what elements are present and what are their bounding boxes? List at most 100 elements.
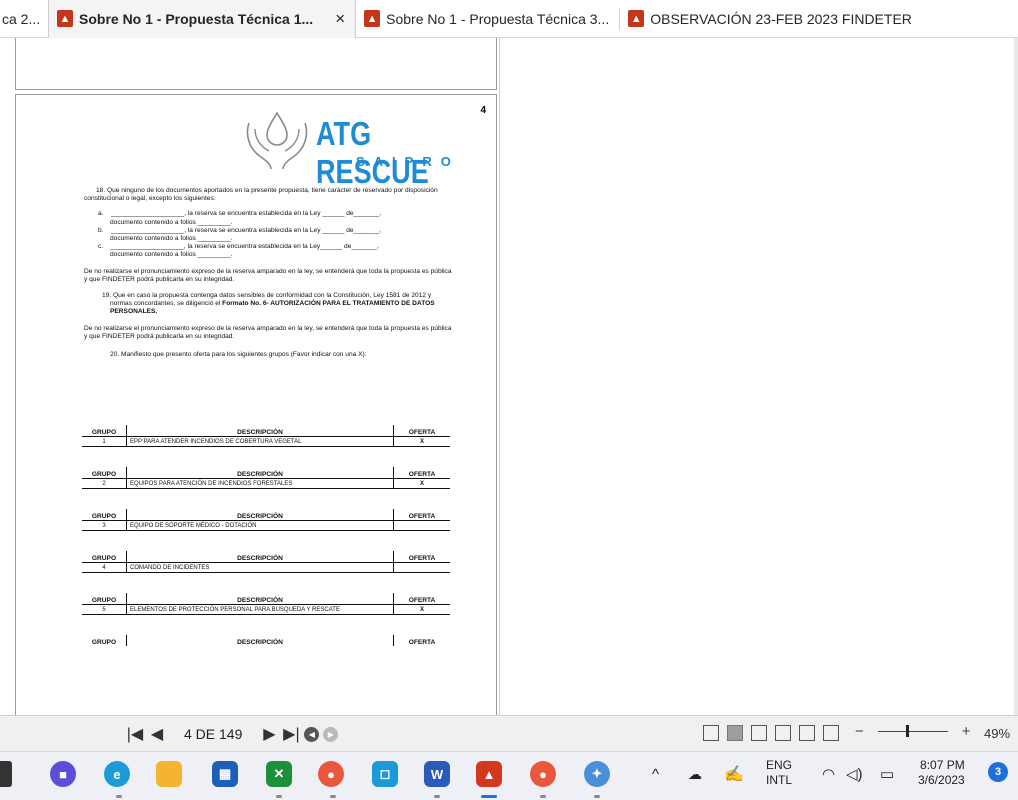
language-indicator[interactable]: ENG INTL bbox=[766, 758, 792, 788]
keyboard-layout: INTL bbox=[766, 773, 793, 787]
taskbar-running-indicator bbox=[116, 795, 122, 798]
tab[interactable]: ▲ OBSERVACIÓN 23-FEB 2023 FINDETER bbox=[620, 0, 922, 38]
header-descripcion: DESCRIPCIÓN bbox=[126, 467, 394, 478]
tab-bar: ca 2... ▲ Sobre No 1 - Propuesta Técnica… bbox=[0, 0, 1018, 38]
tab-label: Sobre No 1 - Propuesta Técnica 1... bbox=[79, 10, 314, 27]
pdf-reader-app-icon[interactable]: ▲ bbox=[476, 761, 502, 787]
document-body: 18. Que ninguno de los documentos aporta… bbox=[84, 187, 454, 359]
group-table: GRUPO DESCRIPCIÓN OFERTA 3 EQUIPO DE SOPORT… bbox=[82, 509, 450, 531]
logo-subtitle: SAIPRO bbox=[356, 154, 460, 169]
vertical-scrollbar[interactable] bbox=[1014, 38, 1018, 715]
tab-active[interactable]: ▲ Sobre No 1 - Propuesta Técnica 1... × bbox=[48, 0, 357, 38]
page-column-divider bbox=[499, 38, 500, 715]
group-table: GRUPO DESCRIPCIÓN OFERTA 1 EPP PARA ATENDER… bbox=[82, 425, 450, 447]
header-descripcion: DESCRIPCIÓN bbox=[126, 509, 394, 520]
previous-page-icon[interactable]: ◀ bbox=[148, 724, 166, 744]
photos-app-icon[interactable]: ◻ bbox=[372, 761, 398, 787]
zoom-in-button[interactable]: + bbox=[962, 723, 971, 740]
zoom-out-button[interactable]: − bbox=[855, 723, 864, 740]
clock[interactable]: 8:07 PM 3/6/2023 bbox=[918, 758, 965, 788]
taskbar-running-indicator bbox=[330, 795, 336, 798]
close-icon[interactable]: × bbox=[335, 9, 345, 29]
last-page-icon[interactable]: ▶| bbox=[282, 724, 300, 744]
tab-label: OBSERVACIÓN 23-FEB 2023 FINDETER bbox=[650, 10, 912, 27]
file-explorer-icon[interactable] bbox=[156, 761, 182, 787]
tab[interactable]: ▲ Sobre No 1 - Propuesta Técnica 3... bbox=[356, 0, 619, 38]
header-grupo: GRUPO bbox=[91, 513, 117, 520]
page-indicator[interactable]: 4 DE 149 bbox=[184, 726, 242, 742]
volume-icon[interactable]: ◁) bbox=[846, 765, 863, 783]
chrome-profile-icon[interactable]: ● bbox=[318, 761, 344, 787]
tab-label: Sobre No 1 - Propuesta Técnica 3... bbox=[386, 10, 610, 27]
hands-drop-logo-icon bbox=[246, 111, 308, 170]
table-row: 4 COMANDO DE INCIDENTES bbox=[82, 562, 450, 573]
reserve-folio: documento contenido a folios _________. bbox=[110, 235, 233, 243]
reserve-line: ____________________, la reserva se encu… bbox=[110, 243, 379, 251]
zoom-slider-thumb[interactable] bbox=[905, 725, 909, 737]
group-table: GRUPO DESCRIPCIÓN OFERTA 4 COMANDO DE INCID… bbox=[82, 551, 450, 573]
taskbar-running-indicator bbox=[276, 795, 282, 798]
wifi-icon[interactable]: ◠ bbox=[822, 765, 835, 783]
header-oferta: OFERTA bbox=[408, 513, 436, 520]
paint-app-icon[interactable]: ✦ bbox=[584, 761, 610, 787]
group-description: EQUIPO DE SOPORTE MÉDICO - DOTACIÓN bbox=[126, 521, 394, 530]
group-table: GRUPO DESCRIPCIÓN OFERTA bbox=[82, 635, 450, 646]
header-oferta: OFERTA bbox=[408, 429, 436, 436]
continuous-view-icon[interactable] bbox=[727, 725, 743, 741]
presentation-view-icon[interactable] bbox=[799, 725, 815, 741]
notification-badge[interactable]: 3 bbox=[988, 762, 1008, 782]
header-oferta: OFERTA bbox=[408, 555, 436, 562]
single-page-view-icon[interactable] bbox=[703, 725, 719, 741]
header-grupo: GRUPO bbox=[91, 429, 117, 436]
tab-partial[interactable]: ca 2... bbox=[0, 0, 48, 38]
next-page-icon[interactable]: ▶ bbox=[260, 724, 278, 744]
header-oferta: OFERTA bbox=[408, 597, 436, 604]
group-description: EPP PARA ATENDER INCENDIOS DE COBERTURA … bbox=[126, 437, 394, 446]
table-row: 5 ELEMENTOS DE PROTECCIÓN PERSONAL PARA B… bbox=[82, 604, 450, 615]
group-table: GRUPO DESCRIPCIÓN OFERTA 5 ELEMENTOS DE PRO… bbox=[82, 593, 450, 615]
microsoft-store-icon[interactable]: ▦ bbox=[212, 761, 238, 787]
zoom-percent[interactable]: 49% bbox=[984, 726, 1010, 741]
group-offer-mark: X bbox=[419, 606, 424, 613]
paragraph-item-20: 20. Manifiesto que presento oferta para … bbox=[110, 351, 367, 359]
taskbar-running-indicator bbox=[434, 795, 440, 798]
two-page-view-icon[interactable] bbox=[751, 725, 767, 741]
header-grupo: GRUPO bbox=[91, 555, 117, 562]
word-app-icon[interactable]: W bbox=[424, 761, 450, 787]
table-row: 1 EPP PARA ATENDER INCENDIOS DE COBERTURA… bbox=[82, 436, 450, 447]
reserve-item: c. ____________________, la reserva se e… bbox=[84, 243, 454, 259]
reserve-item: a. ____________________, la reserva se e… bbox=[84, 210, 454, 226]
page-navigation: |◀ ◀ 4 DE 149 ▶ ▶| ◀ ▶ bbox=[126, 724, 339, 744]
view-mode-group bbox=[703, 725, 839, 741]
paragraph-item-18: 18. Que ninguno de los documentos aporta… bbox=[84, 187, 438, 203]
pen-icon[interactable]: ✍ bbox=[724, 764, 744, 784]
edge-browser-icon[interactable]: e bbox=[104, 761, 130, 787]
chrome-profile-icon[interactable]: ● bbox=[530, 761, 556, 787]
group-number: 1 bbox=[102, 438, 106, 445]
header-grupo: GRUPO bbox=[91, 471, 117, 478]
group-number: 2 bbox=[102, 480, 106, 487]
grid-view-icon[interactable] bbox=[775, 725, 791, 741]
battery-icon[interactable]: ▭ bbox=[880, 765, 894, 783]
paragraph-reserve-note: De no realizarse el pronunciamiento expr… bbox=[84, 324, 452, 340]
first-page-icon[interactable]: |◀ bbox=[126, 724, 144, 744]
back-history-icon[interactable]: ◀ bbox=[304, 726, 320, 742]
group-table: GRUPO DESCRIPCIÓN OFERTA 2 EQUIPOS PARA ATE… bbox=[82, 467, 450, 489]
header-oferta: OFERTA bbox=[408, 639, 436, 646]
fullscreen-view-icon[interactable] bbox=[823, 725, 839, 741]
paragraph-reserve-note: De no realizarse el pronunciamiento expr… bbox=[84, 267, 452, 283]
xbox-icon[interactable]: ✕ bbox=[266, 761, 292, 787]
taskbar-active-indicator bbox=[481, 795, 497, 798]
zoom-control: − + bbox=[855, 723, 971, 740]
clock-time: 8:07 PM bbox=[920, 758, 965, 772]
tray-chevron-icon[interactable]: ^ bbox=[652, 766, 659, 783]
table-row: 3 EQUIPO DE SOPORTE MÉDICO - DOTACIÓN bbox=[82, 520, 450, 531]
cloud-icon[interactable]: ☁ bbox=[688, 766, 702, 783]
reserve-letter: c. bbox=[98, 243, 104, 251]
forward-history-icon[interactable]: ▶ bbox=[323, 726, 339, 742]
pdf-file-icon: ▲ bbox=[364, 10, 381, 27]
zoom-slider[interactable] bbox=[877, 725, 948, 737]
meet-video-icon[interactable]: ■ bbox=[50, 761, 76, 787]
document-viewport[interactable]: 4 ATG RESCUE SAIPRO 18. Que ninguno de l… bbox=[0, 38, 1018, 715]
start-partial-icon[interactable] bbox=[0, 761, 12, 787]
